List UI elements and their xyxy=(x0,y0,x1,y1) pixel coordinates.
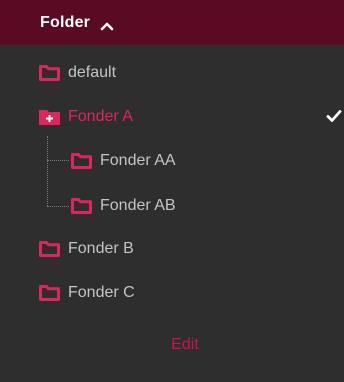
folder-item-default[interactable]: default xyxy=(39,62,116,84)
folder-label: Fonder AB xyxy=(100,197,176,214)
tree-line-branch-aa xyxy=(47,160,69,161)
panel-title: Folder xyxy=(40,13,91,31)
folder-icon xyxy=(39,65,60,81)
folder-item-fonder-ab[interactable]: Fonder AB xyxy=(71,195,176,217)
folder-label: default xyxy=(68,64,117,81)
folder-item-fonder-aa[interactable]: Fonder AA xyxy=(71,150,176,172)
folder-panel-header[interactable]: Folder xyxy=(0,0,344,45)
folder-label: Fonder C xyxy=(68,284,135,301)
folder-icon xyxy=(39,285,60,301)
tree-line-branch-ab xyxy=(47,206,69,207)
edit-button[interactable]: Edit xyxy=(160,334,210,356)
folder-icon xyxy=(71,198,92,214)
chevron-up-icon[interactable] xyxy=(100,18,114,30)
folder-item-fonder-a[interactable]: Fonder A xyxy=(39,106,133,128)
tree-line-vertical xyxy=(47,136,48,206)
folder-label: Fonder B xyxy=(68,240,134,257)
folder-icon xyxy=(71,153,92,169)
folder-label: Fonder A xyxy=(68,108,133,125)
folder-add-icon xyxy=(39,109,60,125)
folder-item-fonder-b[interactable]: Fonder B xyxy=(39,238,134,260)
folder-icon xyxy=(39,241,60,257)
folder-label: Fonder AA xyxy=(100,152,176,169)
checkmark-icon xyxy=(326,108,342,124)
folder-item-fonder-c[interactable]: Fonder C xyxy=(39,282,135,304)
